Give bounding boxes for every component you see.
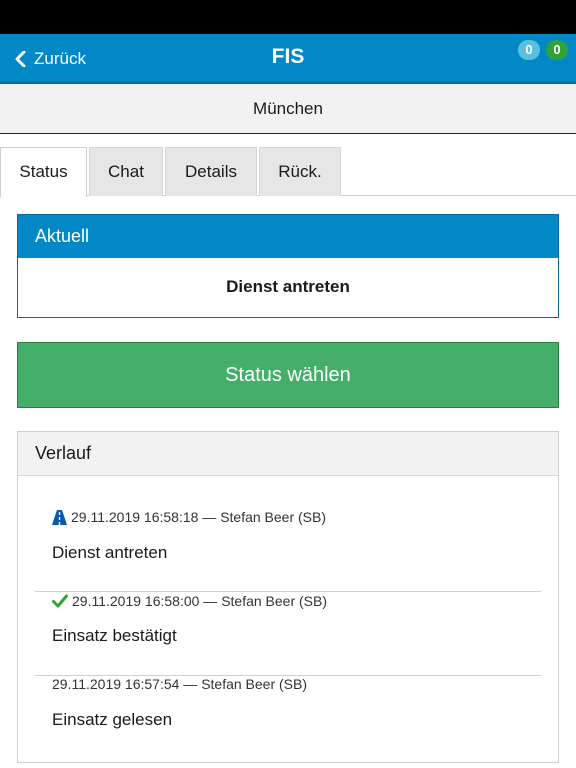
tab-bar: Status Chat Details Rück.	[0, 147, 576, 197]
current-status-heading: Aktuell	[18, 215, 558, 258]
history-entry: 29.11.2019 16:58:18 — Stefan Beer (SB) D…	[35, 508, 541, 592]
history-heading: Verlauf	[18, 432, 558, 476]
app-title: FIS	[271, 45, 305, 68]
location-header: München	[0, 84, 576, 134]
history-entry-status: Einsatz bestätigt	[52, 626, 177, 645]
tab-chat[interactable]: Chat	[89, 147, 163, 196]
history-entry-status: Einsatz gelesen	[52, 710, 173, 729]
notification-badge-blue[interactable]: 0	[518, 40, 540, 60]
tab-rueck[interactable]: Rück.	[259, 147, 341, 196]
road-icon	[52, 509, 67, 525]
current-status-panel: Aktuell Dienst antreten	[17, 214, 559, 318]
system-status-bar	[0, 0, 576, 34]
checkmark-icon	[52, 594, 68, 608]
history-entry-meta: 29.11.2019 16:58:18 — Stefan Beer (SB)	[52, 508, 326, 526]
history-panel: Verlauf 29.11.2019 16:58:18 — Stefan Bee…	[17, 431, 559, 763]
history-entry-meta-text: 29.11.2019 16:58:18 — Stefan Beer (SB)	[71, 509, 327, 525]
history-entry-meta-text: 29.11.2019 16:58:00 — Stefan Beer (SB)	[72, 593, 328, 609]
tab-details[interactable]: Details	[165, 147, 257, 196]
history-entry-meta: 29.11.2019 16:58:00 — Stefan Beer (SB)	[52, 592, 327, 610]
history-entry-meta-text: 29.11.2019 16:57:54 — Stefan Beer (SB)	[52, 676, 308, 692]
history-entry-status: Dienst antreten	[52, 543, 168, 562]
select-status-button[interactable]: Status wählen	[17, 342, 559, 408]
history-entry-meta: 29.11.2019 16:57:54 — Stefan Beer (SB)	[52, 675, 307, 693]
tab-status[interactable]: Status	[0, 147, 87, 197]
history-entry: 29.11.2019 16:58:00 — Stefan Beer (SB) E…	[35, 592, 541, 676]
current-status-value: Dienst antreten	[226, 277, 350, 296]
app-bar: Zurück FIS 0 0	[0, 34, 576, 84]
history-entry: 29.11.2019 16:57:54 — Stefan Beer (SB) E…	[35, 675, 541, 759]
notification-badge-green[interactable]: 0	[546, 40, 568, 60]
